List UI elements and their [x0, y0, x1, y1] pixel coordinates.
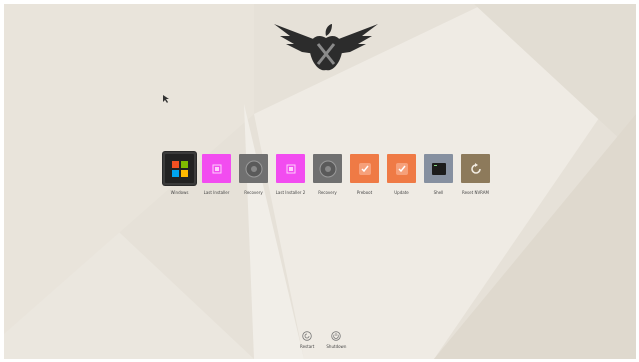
boot-entry-list: Windows Last Installer Recovery Last Ins… — [163, 152, 492, 195]
boot-entry-label: Windows — [170, 190, 189, 195]
boot-entry-label: Update — [394, 190, 409, 195]
boot-entry-recovery[interactable]: Recovery — [237, 152, 270, 195]
installer-icon — [202, 154, 231, 183]
boot-entry-last-installer-2[interactable]: Last Installer 2 — [274, 152, 307, 195]
boot-entry-label: Last Installer 2 — [275, 190, 306, 195]
installer-icon — [276, 154, 305, 183]
restart-button[interactable]: Restart — [300, 331, 314, 349]
boot-entry-label: Last Installer — [203, 190, 230, 195]
boot-entry-label: Recovery — [318, 190, 337, 195]
windows-icon — [165, 154, 194, 183]
shutdown-label: Shutdown — [326, 344, 347, 349]
recovery-disk-icon — [239, 154, 268, 183]
mouse-cursor-icon — [163, 95, 169, 103]
reset-icon — [461, 154, 490, 183]
boot-entry-label: Recovery — [244, 190, 263, 195]
boot-entry-last-installer[interactable]: Last Installer — [200, 152, 233, 195]
terminal-icon — [424, 154, 453, 183]
check-disk-icon — [387, 154, 416, 183]
selection-frame — [163, 152, 196, 185]
restart-label: Restart — [300, 344, 315, 349]
boot-entry-update[interactable]: Update — [385, 152, 418, 195]
boot-entry-reset-nvram[interactable]: Reset NVRAM — [459, 152, 492, 195]
boot-picker-screen: Windows Last Installer Recovery Last Ins… — [4, 4, 636, 359]
boot-entry-label: Reset NVRAM — [462, 190, 489, 195]
boot-entry-preboot[interactable]: Preboot — [348, 152, 381, 195]
boot-entry-windows[interactable]: Windows — [163, 152, 196, 195]
winged-apple-logo — [274, 24, 378, 71]
boot-entry-recovery-2[interactable]: Recovery — [311, 152, 344, 195]
system-buttons: Restart Shutdown — [300, 331, 346, 349]
check-disk-icon — [350, 154, 379, 183]
recovery-disk-icon — [313, 154, 342, 183]
restart-icon — [302, 331, 312, 341]
boot-entry-label: Preboot — [356, 190, 373, 195]
boot-entry-label: Shell — [433, 190, 444, 195]
shutdown-button[interactable]: Shutdown — [326, 331, 346, 349]
power-icon — [331, 331, 342, 341]
boot-entry-shell[interactable]: Shell — [422, 152, 455, 195]
